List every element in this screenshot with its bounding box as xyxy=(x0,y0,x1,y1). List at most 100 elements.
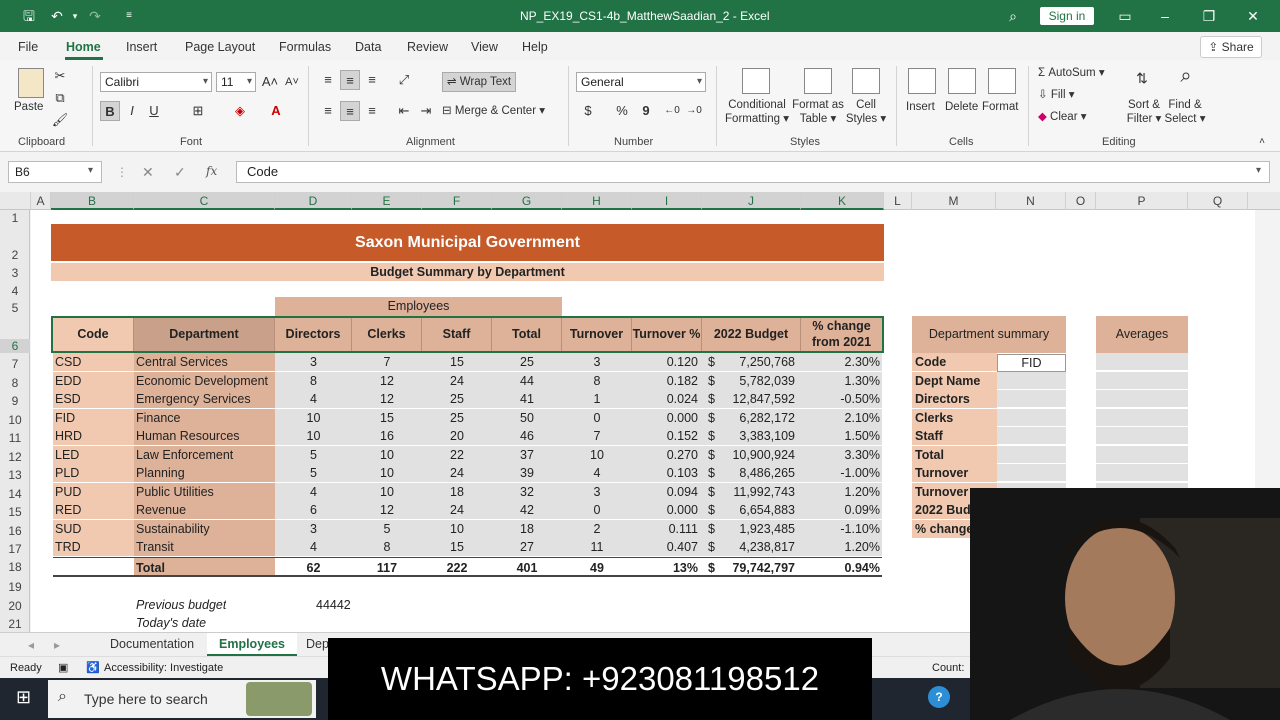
column-header-o[interactable]: O xyxy=(1066,192,1096,210)
cell-department[interactable]: Finance xyxy=(134,409,275,427)
select-all-corner[interactable] xyxy=(0,192,31,210)
borders-icon[interactable]: ⊞ xyxy=(188,101,208,121)
cell-clerks[interactable]: 7 xyxy=(352,353,422,371)
find-select-icon[interactable]: ⌕ xyxy=(1176,66,1196,86)
format-cells-icon[interactable] xyxy=(988,68,1016,94)
cell-staff[interactable]: 22 xyxy=(422,446,492,464)
cell-directors[interactable]: 4 xyxy=(275,390,352,408)
cell-clerks[interactable]: 10 xyxy=(352,483,422,501)
cell-clerks[interactable]: 16 xyxy=(352,427,422,445)
cell-currency[interactable]: $ xyxy=(702,501,722,519)
cell-department[interactable]: Public Utilities xyxy=(134,483,275,501)
cell-turnover-pct[interactable]: 0.120 xyxy=(632,353,702,371)
column-header-l[interactable]: L xyxy=(884,192,912,210)
column-header-g[interactable]: G xyxy=(492,192,562,210)
summary-value-cell[interactable] xyxy=(997,446,1066,464)
undo-dropdown-icon[interactable]: ▾ xyxy=(66,7,84,25)
cell-turnover-pct[interactable]: 0.000 xyxy=(632,501,702,519)
row-header[interactable]: 14 xyxy=(0,487,30,501)
row-header[interactable]: 7 xyxy=(0,357,30,371)
average-value-cell[interactable] xyxy=(1096,409,1188,427)
sort-filter-button[interactable]: Sort & Filter ▾ xyxy=(1122,98,1166,126)
align-right-icon[interactable]: ≡ xyxy=(362,101,382,121)
total-pct-change[interactable]: 0.94% xyxy=(801,557,882,577)
average-value-cell[interactable] xyxy=(1096,353,1188,371)
column-header-k[interactable]: K xyxy=(801,192,884,210)
increase-indent-icon[interactable]: ⇥ xyxy=(416,101,436,121)
cell-code[interactable]: EDD xyxy=(53,372,134,390)
insert-function-icon[interactable]: fx xyxy=(206,164,217,178)
expand-formula-bar-icon[interactable]: ▾ xyxy=(1256,165,1261,176)
cell-directors[interactable]: 10 xyxy=(275,427,352,445)
cell-pct-change[interactable]: -0.50% xyxy=(801,390,882,408)
column-header-b[interactable]: B xyxy=(51,192,134,210)
cell-code[interactable]: SUD xyxy=(53,520,134,538)
decrease-decimal-icon[interactable]: →0 xyxy=(684,101,704,121)
row-header[interactable]: 4 xyxy=(0,284,30,298)
sheet-title[interactable]: Saxon Municipal Government xyxy=(51,224,884,261)
search-icon[interactable]: ⌕ xyxy=(1004,7,1022,25)
column-header-a[interactable]: A xyxy=(31,192,51,210)
cell-directors[interactable]: 3 xyxy=(275,520,352,538)
average-value-cell[interactable] xyxy=(1096,446,1188,464)
align-top-icon[interactable]: ≡ xyxy=(318,70,338,90)
close-icon[interactable]: ✕ xyxy=(1244,7,1262,25)
cell-code[interactable]: RED xyxy=(53,501,134,519)
summary-label[interactable]: Staff xyxy=(912,427,997,445)
cell-staff[interactable]: 15 xyxy=(422,538,492,556)
average-value-cell[interactable] xyxy=(1096,427,1188,445)
scroll-tabs-right-icon[interactable]: ▸ xyxy=(54,638,60,652)
row-header[interactable]: 21 xyxy=(0,617,30,631)
menu-formulas[interactable]: Formulas xyxy=(279,40,331,54)
cell-budget[interactable]: 4,238,817 xyxy=(722,538,801,556)
row-header[interactable]: 5 xyxy=(0,301,30,315)
department-summary-title[interactable]: Department summary xyxy=(912,316,1066,353)
cell-turnover-pct[interactable]: 0.152 xyxy=(632,427,702,445)
cell-currency[interactable]: $ xyxy=(702,353,722,371)
scroll-tabs-left-icon[interactable]: ◂ xyxy=(28,638,34,652)
formula-input[interactable]: Code xyxy=(236,161,1270,183)
row-header[interactable]: 11 xyxy=(0,431,30,445)
delete-cells-button[interactable]: Delete xyxy=(945,100,978,114)
fill-color-icon[interactable]: ◈ xyxy=(230,101,250,121)
collapse-ribbon-icon[interactable]: ˄ xyxy=(1252,132,1272,152)
summary-value-cell[interactable] xyxy=(997,427,1066,445)
summary-code-input[interactable]: FID xyxy=(997,354,1066,372)
sheet-subtitle[interactable]: Budget Summary by Department xyxy=(51,263,884,281)
row-header[interactable]: 15 xyxy=(0,505,30,519)
increase-font-icon[interactable]: A˄ xyxy=(260,72,280,92)
cell-pct-change[interactable]: -1.10% xyxy=(801,520,882,538)
format-painter-icon[interactable]: 🖌 xyxy=(50,110,70,130)
menu-insert[interactable]: Insert xyxy=(126,40,157,54)
cell-directors[interactable]: 8 xyxy=(275,372,352,390)
insert-cells-button[interactable]: Insert xyxy=(906,100,935,114)
sign-in-button[interactable]: Sign in xyxy=(1040,7,1094,25)
cell-clerks[interactable]: 15 xyxy=(352,409,422,427)
cell-directors[interactable]: 3 xyxy=(275,353,352,371)
delete-cells-icon[interactable] xyxy=(948,68,976,94)
ribbon-display-icon[interactable]: ▭ xyxy=(1116,7,1134,25)
cell-turnover[interactable]: 7 xyxy=(562,427,632,445)
align-left-icon[interactable]: ≡ xyxy=(318,101,338,121)
minimize-icon[interactable]: – xyxy=(1156,7,1174,25)
cell-budget[interactable]: 3,383,109 xyxy=(722,427,801,445)
menu-file[interactable]: File xyxy=(18,40,38,54)
font-size-select[interactable]: 11 xyxy=(216,72,256,92)
conditional-formatting-button[interactable]: Conditional Formatting ▾ xyxy=(722,98,792,126)
decrease-indent-icon[interactable]: ⇤ xyxy=(394,101,414,121)
cell-directors[interactable]: 4 xyxy=(275,538,352,556)
menu-help[interactable]: Help xyxy=(522,40,548,54)
cell-department[interactable]: Planning xyxy=(134,464,275,482)
customize-toolbar-icon[interactable]: ≡ xyxy=(120,7,138,25)
cell-budget[interactable]: 8,486,265 xyxy=(722,464,801,482)
total-total[interactable]: 401 xyxy=(492,557,562,577)
column-header-c[interactable]: C xyxy=(134,192,275,210)
cell-budget[interactable]: 11,992,743 xyxy=(722,483,801,501)
wrap-text-button[interactable]: ⇌ Wrap Text xyxy=(442,72,516,92)
cell-department[interactable]: Central Services xyxy=(134,353,275,371)
accessibility-icon[interactable]: ♿ xyxy=(86,661,100,674)
cell-clerks[interactable]: 10 xyxy=(352,446,422,464)
column-header-j[interactable]: J xyxy=(702,192,801,210)
cell-currency[interactable]: $ xyxy=(702,483,722,501)
paste-button[interactable]: Paste xyxy=(14,100,43,114)
